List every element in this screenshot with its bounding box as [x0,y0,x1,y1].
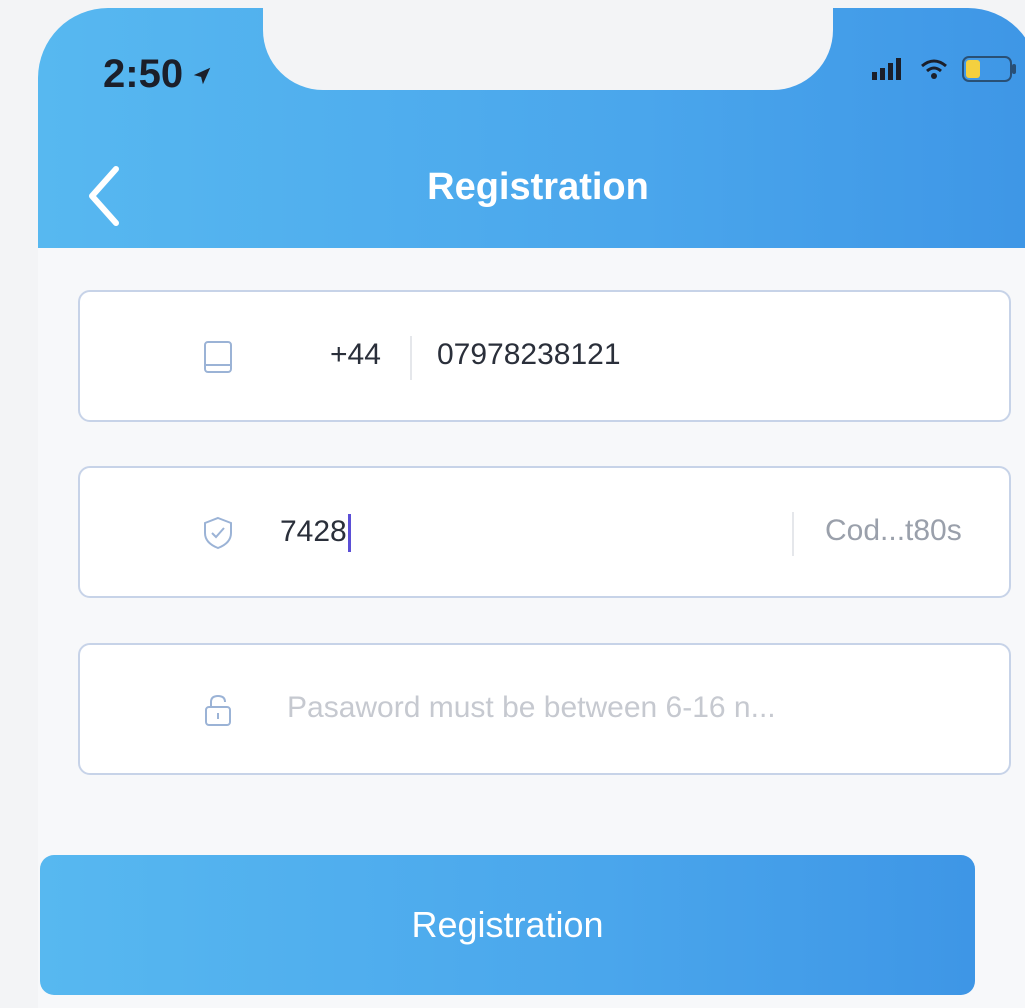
notch [263,8,833,90]
lock-icon [200,692,236,728]
password-field[interactable]: Pasaword must be between 6-16 n... [78,643,1011,775]
phone-number-input[interactable]: 07978238121 [437,338,621,372]
signal-icon [872,58,906,85]
password-input[interactable]: Pasaword must be between 6-16 n... [287,691,776,725]
code-value: 7428 [280,514,347,548]
status-time: 2:50 [103,52,213,97]
field-divider [792,512,794,556]
wifi-icon [920,58,948,85]
battery-icon [962,56,1018,87]
location-arrow-icon [191,52,213,97]
phone-field[interactable]: +44 07978238121 [78,290,1011,422]
field-divider [410,336,412,380]
time-text: 2:50 [103,52,184,96]
phone-icon [200,339,236,375]
code-input[interactable]: 7428 [280,514,351,552]
shield-check-icon [200,515,236,551]
resend-code-button[interactable]: Cod...t80s [825,514,962,548]
header-bar: 2:50 Registration [38,8,1025,248]
status-icons [872,56,1018,87]
registration-submit-button[interactable]: Registration [40,855,975,995]
text-cursor [347,514,351,552]
page-title: Registration [427,166,649,208]
verification-code-field[interactable]: 7428 Cod...t80s [78,466,1011,598]
country-code[interactable]: +44 [330,338,381,372]
